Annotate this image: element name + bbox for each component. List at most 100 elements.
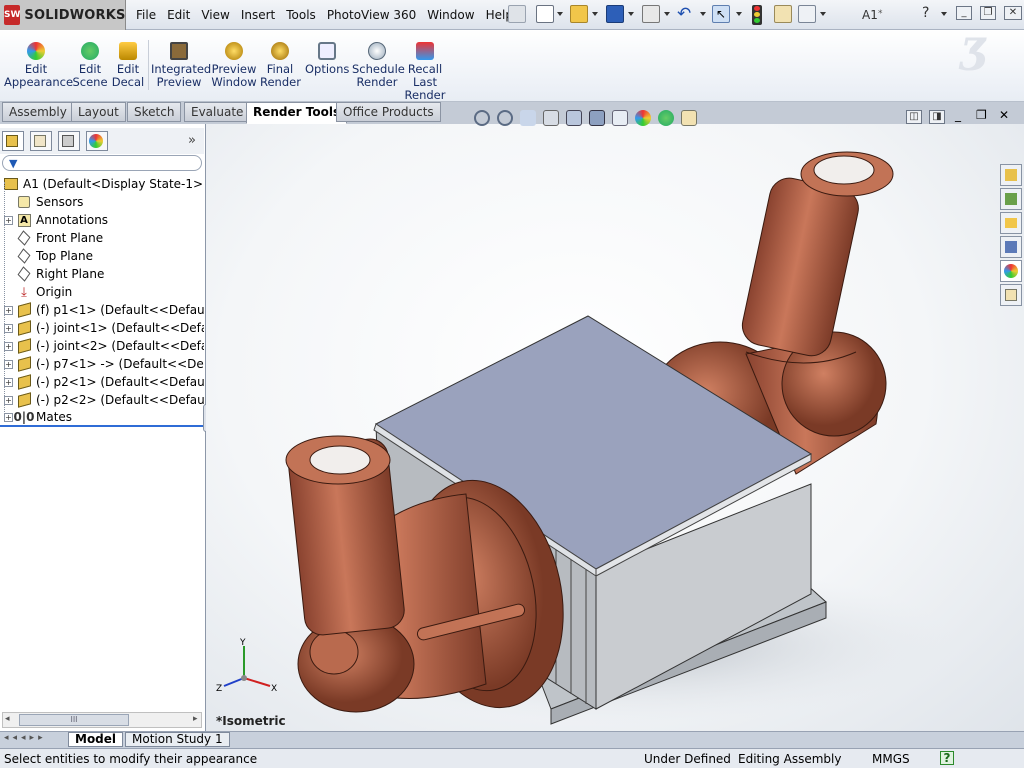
app-restore-icon[interactable]: ❐ xyxy=(980,6,996,20)
edit-scene-button[interactable]: Edit Scene xyxy=(70,42,110,89)
options-toolbar-icon[interactable] xyxy=(798,5,816,23)
pin-menu-icon[interactable] xyxy=(508,5,526,23)
previous-view-icon[interactable] xyxy=(520,110,536,126)
doc-minimize-icon[interactable]: _ xyxy=(955,108,961,122)
undo-icon[interactable]: ↶ xyxy=(677,4,691,24)
tab-evaluate[interactable]: Evaluate xyxy=(184,102,251,122)
open-dropdown-icon[interactable] xyxy=(592,12,598,16)
expand-icon[interactable]: + xyxy=(4,359,13,369)
viewport-tile2-icon[interactable]: ◨ xyxy=(929,110,945,124)
tree-item-p2-1[interactable]: + (-) p2<1> (Default<<Default>_ xyxy=(0,373,204,391)
tree-item-origin[interactable]: ⤓ Origin xyxy=(0,283,204,301)
custom-properties-icon[interactable] xyxy=(1000,284,1022,306)
tree-item-sensors[interactable]: Sensors xyxy=(0,193,204,211)
menu-tools[interactable]: Tools xyxy=(286,8,316,22)
app-close-icon[interactable]: ✕ xyxy=(1004,6,1022,20)
tree-item-p7[interactable]: + (-) p7<1> -> (Default<<Defau xyxy=(0,355,204,373)
file-properties-icon[interactable] xyxy=(774,5,792,23)
tree-item-top-plane[interactable]: Top Plane xyxy=(0,247,204,265)
edit-appearance-view-icon[interactable] xyxy=(635,110,651,126)
edit-decal-button[interactable]: Edit Decal xyxy=(110,42,146,89)
appearances-scenes-icon[interactable] xyxy=(1000,260,1022,282)
tree-item-mates[interactable]: + 0|0 Mates xyxy=(0,409,204,427)
tab-assembly[interactable]: Assembly xyxy=(2,102,74,122)
expand-icon[interactable]: + xyxy=(4,215,13,225)
tab-motion-study-1[interactable]: Motion Study 1 xyxy=(125,732,230,747)
final-render-button[interactable]: Final Render xyxy=(260,42,301,89)
design-library-icon[interactable] xyxy=(1000,188,1022,210)
print-dropdown-icon[interactable] xyxy=(664,12,670,16)
quick-tips-help-icon[interactable]: ? xyxy=(940,751,954,765)
open-folder-icon[interactable] xyxy=(570,5,588,23)
menu-window[interactable]: Window xyxy=(427,8,474,22)
scroll-right-icon[interactable]: ▸ xyxy=(193,714,198,724)
view-settings-icon[interactable] xyxy=(681,110,697,126)
rebuild-traffic-light-icon[interactable] xyxy=(752,5,762,25)
save-icon[interactable] xyxy=(606,5,624,23)
tab-sketch[interactable]: Sketch xyxy=(127,102,182,122)
new-document-icon[interactable] xyxy=(536,5,554,23)
integrated-preview-button[interactable]: Integrated Preview xyxy=(151,42,211,89)
tab-layout[interactable]: Layout xyxy=(71,102,126,122)
doc-restore-icon[interactable]: ❐ xyxy=(976,108,987,122)
zoom-to-area-icon[interactable] xyxy=(497,110,513,126)
tab-model[interactable]: Model xyxy=(68,732,124,747)
view-orientation-icon[interactable] xyxy=(566,110,582,126)
new-dropdown-icon[interactable] xyxy=(557,12,563,16)
edit-appearance-button[interactable]: Edit Appearance xyxy=(4,42,73,89)
assembly-model-render[interactable] xyxy=(206,124,1024,734)
display-style-icon[interactable] xyxy=(589,110,605,126)
tree-item-annotations[interactable]: + A Annotations xyxy=(0,211,204,229)
tree-item-p2-2[interactable]: + (-) p2<2> (Default<<Default>_ xyxy=(0,391,204,409)
tab-render-tools[interactable]: Render Tools xyxy=(246,102,348,124)
menu-photoview[interactable]: PhotoView 360 xyxy=(327,8,416,22)
featuremanager-tab-icon[interactable] xyxy=(2,131,24,151)
menu-file[interactable]: File xyxy=(136,8,156,22)
select-cursor-icon[interactable]: ↖ xyxy=(712,5,730,23)
expand-icon[interactable]: + xyxy=(4,377,13,387)
solidworks-logo[interactable]: SW SOLIDWORKS xyxy=(0,0,126,30)
app-minimize-icon[interactable]: _ xyxy=(956,6,972,20)
scroll-thumb[interactable]: III xyxy=(19,714,129,726)
undo-dropdown-icon[interactable] xyxy=(700,12,706,16)
section-view-icon[interactable] xyxy=(543,110,559,126)
tree-item-joint2[interactable]: + (-) joint<2> (Default<<Default xyxy=(0,337,204,355)
displaymanager-tab-icon[interactable] xyxy=(86,131,108,151)
select-dropdown-icon[interactable] xyxy=(736,12,742,16)
scroll-left-icon[interactable]: ◂ xyxy=(5,714,10,724)
print-icon[interactable] xyxy=(642,5,660,23)
hide-show-items-icon[interactable] xyxy=(612,110,628,126)
preview-window-button[interactable]: Preview Window xyxy=(211,42,257,89)
schedule-render-button[interactable]: Schedule Render xyxy=(352,42,405,89)
tree-filter-input[interactable]: ▼ xyxy=(2,155,202,171)
recall-last-render-button[interactable]: Recall Last Render xyxy=(404,42,446,102)
configurationmanager-tab-icon[interactable] xyxy=(58,131,80,151)
zoom-to-fit-icon[interactable] xyxy=(474,110,490,126)
tree-root[interactable]: A1 (Default<Display State-1>) xyxy=(0,175,204,193)
tree-item-joint1[interactable]: + (-) joint<1> (Default<<Default xyxy=(0,319,204,337)
help-question-icon[interactable]: ? xyxy=(922,5,929,21)
solidworks-resources-icon[interactable] xyxy=(1000,164,1022,186)
expand-icon[interactable]: + xyxy=(4,412,13,422)
tree-horizontal-scrollbar[interactable]: ◂ III ▸ xyxy=(2,712,202,728)
tree-item-p1[interactable]: + (f) p1<1> (Default<<Default>_ xyxy=(0,301,204,319)
expand-icon[interactable]: + xyxy=(4,395,13,405)
tab-scroll-arrows-icon[interactable]: ◂◂◂▸▸ xyxy=(4,733,47,743)
expand-icon[interactable]: + xyxy=(4,305,13,315)
doc-close-icon[interactable]: ✕ xyxy=(999,108,1009,122)
help-dropdown-icon[interactable] xyxy=(941,12,947,16)
view-palette-icon[interactable] xyxy=(1000,236,1022,258)
apply-scene-icon[interactable] xyxy=(658,110,674,126)
viewport-tile-icon[interactable]: ◫ xyxy=(906,110,922,124)
options-button[interactable]: Options xyxy=(305,42,349,76)
panel-expand-icon[interactable]: » xyxy=(188,133,196,148)
tab-office-products[interactable]: Office Products xyxy=(336,102,441,122)
menu-edit[interactable]: Edit xyxy=(167,8,190,22)
menu-insert[interactable]: Insert xyxy=(241,8,275,22)
file-explorer-icon[interactable] xyxy=(1000,212,1022,234)
status-units[interactable]: MMGS xyxy=(872,752,910,766)
tree-item-front-plane[interactable]: Front Plane xyxy=(0,229,204,247)
options-dropdown-icon[interactable] xyxy=(820,12,826,16)
expand-icon[interactable]: + xyxy=(4,341,13,351)
tree-item-right-plane[interactable]: Right Plane xyxy=(0,265,204,283)
